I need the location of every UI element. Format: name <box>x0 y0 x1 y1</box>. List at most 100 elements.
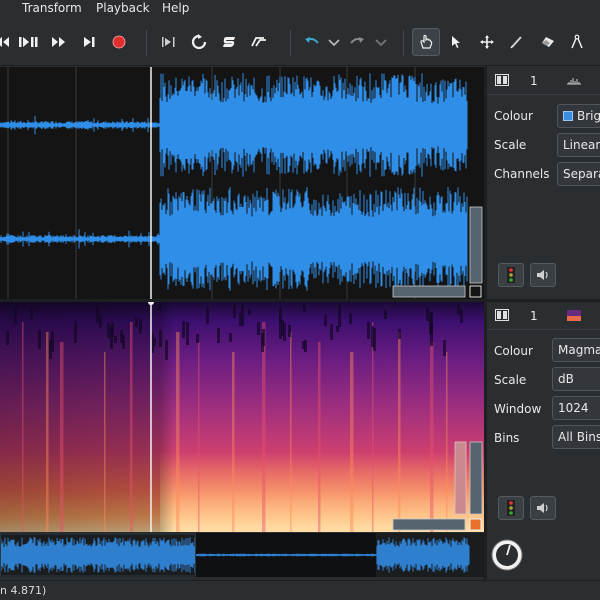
draw-tool-button[interactable] <box>505 30 529 54</box>
spectrogram-speckle <box>196 334 199 343</box>
layer-audio-button[interactable] <box>530 496 556 520</box>
spectrogram-layer-properties: 1 Colour Magma Scale dB Window 1024 Bins… <box>487 302 600 532</box>
play-parameters-button[interactable] <box>498 263 524 287</box>
spectrogram-speckle <box>99 315 102 328</box>
bins-dropdown[interactable]: All Bins <box>552 425 600 449</box>
layer-audio-button[interactable] <box>530 263 556 287</box>
spectrogram-speckle <box>217 328 220 343</box>
play-selection-button[interactable] <box>157 30 181 54</box>
overview-waveform[interactable] <box>0 533 484 577</box>
scale-dropdown[interactable]: Linear <box>557 133 600 157</box>
undo-button[interactable] <box>300 30 324 54</box>
spectrogram-layer-icon[interactable] <box>567 310 581 321</box>
horizontal-zoom-thumbwheel[interactable] <box>392 285 466 298</box>
measure-tool-button[interactable] <box>565 30 589 54</box>
spectrogram-speckle <box>302 341 305 349</box>
spectrogram-speckle <box>158 303 161 311</box>
move-tool-button[interactable] <box>475 30 499 54</box>
spectrogram-speckle <box>114 336 117 343</box>
transient-streak <box>372 322 374 532</box>
spectrogram-speckle <box>206 307 209 324</box>
horizontal-zoom-thumbwheel[interactable] <box>392 518 466 531</box>
skip-end-button[interactable] <box>77 30 101 54</box>
playback-dial-area <box>487 533 600 577</box>
scale-dropdown[interactable]: dB <box>552 367 600 391</box>
waveform-pane[interactable] <box>0 67 484 299</box>
scale-label: Scale <box>494 373 527 387</box>
erase-tool-button[interactable] <box>536 30 560 54</box>
layer-number[interactable]: 1 <box>530 74 538 88</box>
waveform-view[interactable] <box>0 67 484 299</box>
status-text: n 4.871) <box>0 584 47 597</box>
undo-history-dropdown[interactable] <box>322 30 346 54</box>
waveform-layer-icon[interactable] <box>567 76 581 85</box>
spectrogram-view[interactable] <box>0 302 484 532</box>
pane-icon[interactable] <box>495 309 509 321</box>
vertical-zoom-thumbwheel[interactable] <box>469 441 483 515</box>
spectrogram-speckle <box>38 330 41 349</box>
channels-dropdown[interactable]: Separa <box>557 162 600 186</box>
spectrogram-speckle <box>159 330 162 347</box>
speaker-icon <box>537 270 548 280</box>
menu-help[interactable]: Help <box>162 1 189 15</box>
spectrogram-speckle <box>283 323 286 341</box>
waveform-channel-2 <box>0 187 468 291</box>
overview-pane[interactable] <box>0 533 484 577</box>
menu-transform[interactable]: Transform <box>22 1 82 15</box>
spectrogram-speckle <box>135 317 138 327</box>
layer-number[interactable]: 1 <box>530 309 538 323</box>
window-dropdown[interactable]: 1024 <box>552 396 600 420</box>
spectrogram-speckle <box>111 322 114 337</box>
colour-swatch <box>563 111 573 121</box>
spectrogram-speckle <box>139 319 142 334</box>
zoom-reset-button[interactable] <box>469 518 482 531</box>
play-parameters-button[interactable] <box>498 496 524 520</box>
spectrogram-speckle <box>96 302 99 323</box>
spectrogram-speckle <box>373 328 376 351</box>
record-icon <box>112 35 126 49</box>
playback-speed-dial[interactable] <box>490 538 524 572</box>
menu-bar: Transform Playback Help <box>0 0 600 18</box>
chevron-down-icon <box>328 39 340 47</box>
fast-forward-button[interactable] <box>47 30 71 54</box>
spectrogram-speckle <box>182 321 185 338</box>
rewind-button[interactable] <box>0 30 14 54</box>
menu-playback[interactable]: Playback <box>96 1 150 15</box>
transient-streak <box>176 332 180 532</box>
colour-dropdown[interactable]: Brig <box>557 104 600 128</box>
spectrogram-speckle <box>262 329 265 346</box>
navigate-tool-button[interactable] <box>412 28 440 56</box>
skip-end-icon <box>84 37 95 47</box>
colour-dropdown[interactable]: Magma <box>552 338 600 362</box>
waveform-trace <box>0 73 468 177</box>
redo-button[interactable] <box>345 30 369 54</box>
loop-button[interactable] <box>187 30 211 54</box>
spectrogram-speckle <box>49 340 52 359</box>
colour-scale-bar <box>454 441 467 515</box>
window-label: Window <box>494 402 542 416</box>
transient-streak <box>130 322 133 532</box>
spectrogram-speckle <box>303 303 306 312</box>
spectrogram-speckle <box>257 322 260 335</box>
vertical-zoom-thumbwheel[interactable] <box>469 206 483 284</box>
loop-icon <box>191 34 207 50</box>
spectrogram-speckle <box>330 324 333 340</box>
pane-icon[interactable] <box>495 74 509 86</box>
transient-streak <box>290 332 292 532</box>
transient-streak <box>198 342 200 532</box>
play-pause-button[interactable] <box>16 30 40 54</box>
spectrogram-speckle <box>107 323 110 338</box>
solo-button[interactable] <box>217 30 241 54</box>
spectrogram-pane[interactable] <box>0 302 484 532</box>
select-tool-button[interactable] <box>444 30 468 54</box>
follow-playback-button[interactable] <box>247 30 271 54</box>
redo-history-dropdown[interactable] <box>369 30 393 54</box>
spectrogram-speckle <box>443 340 446 356</box>
play-pause-icon <box>19 37 38 47</box>
draw-icon <box>510 36 522 49</box>
status-bar: n 4.871) <box>0 580 600 600</box>
record-button[interactable] <box>107 30 131 54</box>
waveform-trace <box>0 187 468 291</box>
spectrogram-speckle <box>74 321 77 343</box>
zoom-reset-button[interactable] <box>469 285 482 298</box>
